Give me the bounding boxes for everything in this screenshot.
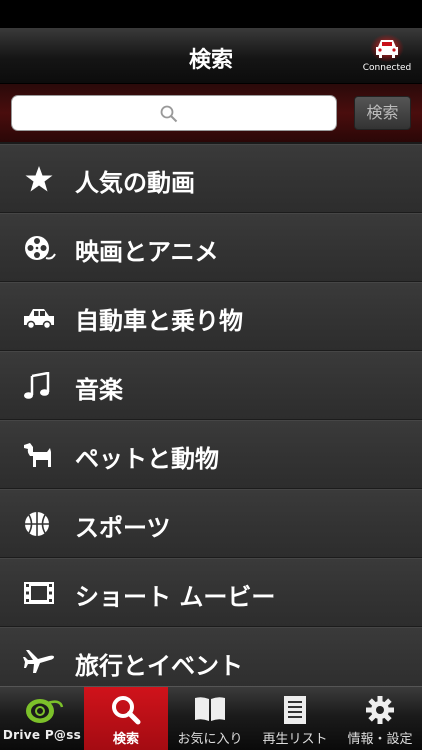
tab-label: Drive P@ss <box>2 728 82 742</box>
list-item-label: 人気の動画 <box>75 169 195 197</box>
list-item-sports[interactable]: スポーツ <box>0 489 422 558</box>
tab-favorites[interactable]: お気に入り <box>168 687 252 750</box>
list-item-music[interactable]: 音楽 <box>0 351 422 420</box>
tab-drivepass[interactable]: Drive P@ss <box>0 687 84 750</box>
list-item-short-movies[interactable]: ショート ムービー <box>0 558 422 627</box>
list-item-label: ショート ムービー <box>75 583 276 611</box>
dog-icon <box>24 443 51 467</box>
film-strip-icon <box>24 582 54 604</box>
tab-label: 情報・設定 <box>347 732 413 747</box>
list-item-label: 旅行とイベント <box>75 652 243 680</box>
car-icon <box>24 309 54 330</box>
list-icon <box>284 696 306 724</box>
status-bar <box>0 0 422 28</box>
gear-icon <box>366 696 394 724</box>
star-icon <box>25 166 53 192</box>
tab-settings[interactable]: 情報・設定 <box>338 687 422 750</box>
basketball-icon <box>25 512 49 536</box>
connected-car-icon <box>370 34 404 62</box>
airplane-icon <box>23 650 54 673</box>
connected-label: Connected <box>362 63 412 73</box>
search-icon <box>112 696 141 725</box>
connected-indicator[interactable]: Connected <box>358 34 416 80</box>
film-reel-icon <box>25 236 56 260</box>
list-item-label: 映画とアニメ <box>75 238 219 266</box>
list-item-popular[interactable]: 人気の動画 <box>0 144 422 213</box>
search-icon <box>160 105 178 123</box>
category-list: 人気の動画 映画とアニメ 自動車と乗り物 音楽 ペットと動物 スポーツ ショート… <box>0 144 422 696</box>
list-item-label: スポーツ <box>75 514 171 542</box>
tab-label: 再生リスト <box>262 732 328 747</box>
tab-label: お気に入り <box>177 732 243 747</box>
drivepass-logo-icon <box>26 699 64 723</box>
tab-label: 検索 <box>112 732 139 747</box>
list-item-label: 音楽 <box>75 376 123 404</box>
tab-search[interactable]: 検索 <box>84 687 168 750</box>
nav-bar: 検索 Connected <box>0 28 422 84</box>
list-item-cars[interactable]: 自動車と乗り物 <box>0 282 422 351</box>
list-item-label: 自動車と乗り物 <box>75 307 243 335</box>
book-icon <box>195 697 225 721</box>
music-note-icon <box>24 372 50 399</box>
search-input[interactable] <box>11 95 337 131</box>
list-item-label: ペットと動物 <box>75 445 219 473</box>
search-button[interactable]: 検索 <box>354 96 411 130</box>
tab-bar: Drive P@ss 検索 お気に入り 再生リスト 情報・設定 <box>0 686 422 750</box>
tab-playlist[interactable]: 再生リスト <box>253 687 337 750</box>
list-item-pets[interactable]: ペットと動物 <box>0 420 422 489</box>
list-item-movies[interactable]: 映画とアニメ <box>0 213 422 282</box>
search-bar: 検索 <box>0 84 422 144</box>
